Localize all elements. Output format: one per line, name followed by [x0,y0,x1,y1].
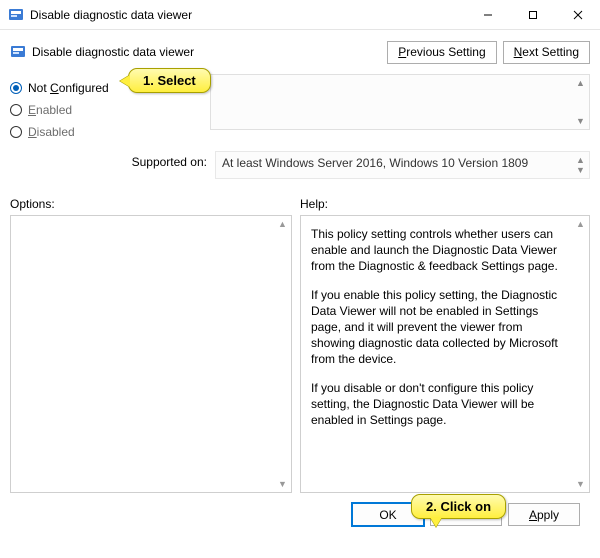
scroll-up-icon[interactable]: ▲ [275,217,290,231]
help-paragraph: If you disable or don't configure this p… [311,380,569,429]
title-bar: Disable diagnostic data viewer [0,0,600,30]
scroll-down-icon[interactable]: ▼ [573,163,588,177]
options-label: Options: [10,197,300,211]
help-label: Help: [300,197,590,211]
apply-button[interactable]: Apply [508,503,580,526]
window-title: Disable diagnostic data viewer [30,8,465,22]
help-pane: This policy setting controls whether use… [300,215,590,493]
radio-dot-icon [10,126,22,138]
maximize-button[interactable] [510,0,555,29]
help-paragraph: If you enable this policy setting, the D… [311,287,569,368]
scroll-down-icon[interactable]: ▼ [275,477,290,491]
scroll-up-icon[interactable]: ▲ [573,217,588,231]
next-setting-button[interactable]: Next Setting [503,41,590,64]
comment-textbox[interactable]: ▲ ▼ [210,74,590,130]
radio-dot-icon [10,82,22,94]
previous-setting-button[interactable]: Previous Setting [387,41,496,64]
radio-enabled[interactable]: Enabled [10,99,210,121]
minimize-button[interactable] [465,0,510,29]
radio-dot-icon [10,104,22,116]
scroll-down-icon[interactable]: ▼ [573,477,588,491]
radio-disabled[interactable]: Disabled [10,121,210,143]
annotation-click: 2. Click on [411,494,506,519]
scroll-up-icon[interactable]: ▲ [573,76,588,90]
help-paragraph: This policy setting controls whether use… [311,226,569,275]
policy-title: Disable diagnostic data viewer [32,45,381,59]
annotation-select: 1. Select [128,68,211,93]
policy-icon [10,44,26,60]
supported-on-label: Supported on: [10,151,215,169]
close-button[interactable] [555,0,600,29]
app-icon [8,7,24,23]
scroll-down-icon[interactable]: ▼ [573,114,588,128]
supported-on-value: At least Windows Server 2016, Windows 10… [215,151,590,179]
options-pane: ▲ ▼ [10,215,292,493]
